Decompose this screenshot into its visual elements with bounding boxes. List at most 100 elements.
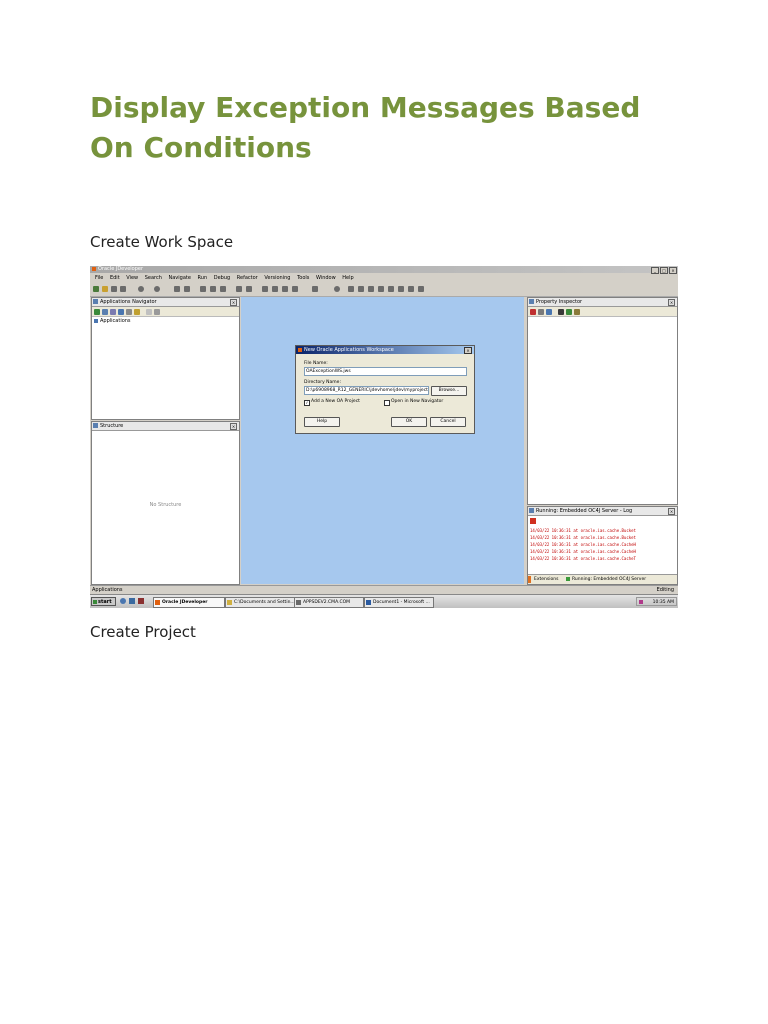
menu-debug[interactable]: Debug	[214, 275, 230, 281]
navigator-icon	[93, 299, 98, 304]
cancel-button[interactable]: Cancel	[430, 417, 466, 427]
close-icon[interactable]: ×	[230, 423, 237, 430]
start-button[interactable]: start	[91, 597, 116, 606]
status-bar: Applications Editing	[90, 585, 678, 594]
open-icon[interactable]	[102, 286, 108, 292]
make-icon[interactable]	[292, 286, 298, 292]
grid-icon[interactable]	[574, 309, 580, 315]
log-line: 14/03/22 10:36:31 at oracle.ias.cache.Ca…	[530, 542, 636, 547]
file-name-input[interactable]: OAExceptionWS.jws	[304, 367, 467, 376]
new-icon[interactable]	[93, 286, 99, 292]
pause-icon[interactable]	[388, 286, 394, 292]
add-oa-project-checkbox[interactable]: ✓	[304, 400, 310, 406]
save-all-icon[interactable]	[120, 286, 126, 292]
tree-item-applications[interactable]: Applications	[94, 318, 131, 324]
minimize-icon[interactable]: _	[651, 267, 659, 274]
menu-run[interactable]: Run	[198, 275, 208, 281]
cut-icon[interactable]	[200, 286, 206, 292]
jdeveloper-screenshot: Oracle JDeveloper _ □ × File Edit View S…	[90, 266, 678, 608]
options-icon[interactable]	[154, 309, 160, 315]
menu-tools[interactable]: Tools	[297, 275, 309, 281]
help-button[interactable]: Help	[304, 417, 340, 427]
sort-icon[interactable]	[118, 309, 124, 315]
menu-search[interactable]: Search	[145, 275, 162, 281]
step-out-icon[interactable]	[368, 286, 374, 292]
log-tab[interactable]: Running: Embedded OC4J Server - Log ×	[528, 507, 677, 516]
close-icon[interactable]: ×	[668, 508, 675, 515]
task-appsdev[interactable]: APPSDEV2.CMA.COM	[294, 597, 364, 608]
resume-icon[interactable]	[378, 286, 384, 292]
edit-icon[interactable]	[538, 309, 544, 315]
step-over-icon[interactable]	[348, 286, 354, 292]
step-into-icon[interactable]	[358, 286, 364, 292]
ie-icon[interactable]	[120, 598, 126, 604]
task-oracle-jdeveloper[interactable]: Oracle JDeveloper	[153, 597, 225, 608]
applications-navigator-tab[interactable]: Applications Navigator ×	[92, 298, 239, 307]
pencil-icon[interactable]	[546, 309, 552, 315]
rebuild-icon[interactable]	[272, 286, 278, 292]
open-in-navigator-checkbox[interactable]	[384, 400, 390, 406]
close-icon[interactable]: ×	[230, 299, 237, 306]
menu-file[interactable]: File	[95, 275, 103, 281]
save-icon[interactable]	[111, 286, 117, 292]
dialog-titlebar: New Oracle Applications Workspace ×	[296, 346, 474, 354]
menu-refactor[interactable]: Refactor	[237, 275, 258, 281]
tray-icon[interactable]	[639, 600, 643, 604]
task-explorer[interactable]: C:\Documents and Settin...	[225, 597, 295, 608]
window-titlebar: Oracle JDeveloper _ □ ×	[90, 266, 678, 274]
stop-icon[interactable]	[398, 286, 404, 292]
paste-icon[interactable]	[220, 286, 226, 292]
pin-icon[interactable]	[530, 309, 536, 315]
menu-navigate[interactable]: Navigate	[169, 275, 191, 281]
forward-icon[interactable]	[154, 286, 160, 292]
start-label: start	[98, 599, 112, 605]
dialog-icon	[298, 348, 302, 352]
toggle-icon[interactable]	[126, 309, 132, 315]
stop-icon[interactable]	[530, 518, 536, 524]
close-icon[interactable]: ×	[669, 267, 677, 274]
menu-edit[interactable]: Edit	[110, 275, 120, 281]
edit-icon[interactable]	[236, 286, 242, 292]
close-icon[interactable]: ×	[668, 299, 675, 306]
ok-button[interactable]: OK	[391, 417, 427, 427]
section-heading-create-work-space: Create Work Space	[90, 233, 234, 251]
close-icon[interactable]: ×	[464, 347, 472, 354]
tab-running-server[interactable]: Running: Embedded OC4J Server	[566, 576, 646, 583]
redo-icon[interactable]	[184, 286, 190, 292]
refresh-icon[interactable]	[566, 309, 572, 315]
structure-tab[interactable]: Structure ×	[92, 422, 239, 431]
undo-icon[interactable]	[174, 286, 180, 292]
find-icon[interactable]	[558, 309, 564, 315]
log-icon	[529, 508, 534, 513]
back-icon[interactable]	[138, 286, 144, 292]
desktop-icon[interactable]	[129, 598, 135, 604]
refresh-icon[interactable]	[102, 309, 108, 315]
property-inspector-tab[interactable]: Property Inspector ×	[528, 298, 677, 307]
debug-icon[interactable]	[334, 286, 340, 292]
menu-versioning[interactable]: Versioning	[264, 275, 290, 281]
maximize-icon[interactable]: □	[660, 267, 668, 274]
pencil-icon[interactable]	[246, 286, 252, 292]
add-icon[interactable]	[94, 309, 100, 315]
quicklaunch-icon[interactable]	[138, 598, 144, 604]
build-icon[interactable]	[262, 286, 268, 292]
log-line: 14/03/22 10:36:31 at oracle.ias.cache.Bu…	[530, 528, 636, 533]
menu-view[interactable]: View	[126, 275, 138, 281]
terminate-icon[interactable]	[408, 286, 414, 292]
dropdown-icon[interactable]	[146, 309, 152, 315]
task-word-document[interactable]: Document1 - Microsoft ...	[364, 597, 434, 608]
directory-name-input[interactable]: D:\p6908968_R12_GENERIC\jdevhome\jdev\my…	[304, 386, 429, 395]
new-workspace-dialog: New Oracle Applications Workspace × File…	[295, 345, 475, 434]
garbage-icon[interactable]	[418, 286, 424, 292]
tab-extensions[interactable]: Extensions	[528, 576, 558, 583]
run-icon[interactable]	[312, 286, 318, 292]
menu-window[interactable]: Window	[316, 275, 336, 281]
browse-button[interactable]: Browse...	[431, 386, 467, 396]
log-line: 14/03/22 10:36:31 at oracle.ias.cache.Ca…	[530, 556, 636, 561]
filter-icon[interactable]	[110, 309, 116, 315]
log-panel: Running: Embedded OC4J Server - Log × 14…	[527, 506, 678, 585]
deploy-icon[interactable]	[282, 286, 288, 292]
folder-icon[interactable]	[134, 309, 140, 315]
menu-help[interactable]: Help	[342, 275, 353, 281]
copy-icon[interactable]	[210, 286, 216, 292]
